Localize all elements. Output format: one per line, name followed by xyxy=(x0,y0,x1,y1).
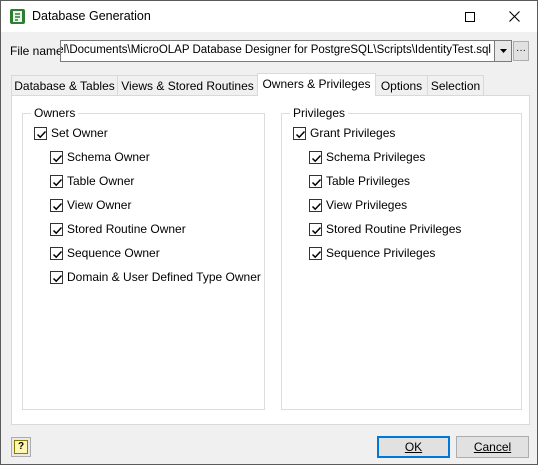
checkbox-icon xyxy=(50,198,63,212)
checkbox-icon xyxy=(309,246,322,260)
file-name-input[interactable]: el\Documents\MicroOLAP Database Designer… xyxy=(60,40,495,62)
owners-group-title: Owners xyxy=(31,106,79,120)
grant-privileges-label: Grant Privileges xyxy=(310,126,396,140)
tab-label: Owners & Privileges xyxy=(262,77,371,91)
grant-privileges-checkbox[interactable]: Grant Privileges xyxy=(293,126,395,140)
checkbox-icon xyxy=(50,246,63,260)
tab-label: Database & Tables xyxy=(14,79,115,93)
close-icon xyxy=(509,11,520,22)
checkbox-icon xyxy=(34,126,47,140)
cancel-button-label: Cancel xyxy=(473,440,512,454)
privileges-group-title: Privileges xyxy=(290,106,349,120)
table-owner-checkbox[interactable]: Table Owner xyxy=(50,174,134,188)
sequence-privileges-checkbox[interactable]: Sequence Privileges xyxy=(309,246,435,260)
app-icon xyxy=(10,9,25,24)
checkbox-label: Domain & User Defined Type Owner xyxy=(67,270,261,284)
checkbox-label: View Owner xyxy=(67,198,132,212)
view-owner-checkbox[interactable]: View Owner xyxy=(50,198,131,212)
close-button[interactable] xyxy=(492,1,537,32)
schema-privileges-checkbox[interactable]: Schema Privileges xyxy=(309,150,425,164)
checkbox-icon xyxy=(293,126,306,140)
tab-label: Views & Stored Routines xyxy=(121,79,254,93)
tab-owners-privileges[interactable]: Owners & Privileges xyxy=(257,73,376,96)
privileges-group: Privileges Grant Privileges Schema Privi… xyxy=(281,106,522,410)
domain-udt-owner-checkbox[interactable]: Domain & User Defined Type Owner xyxy=(50,270,261,284)
file-name-dropdown-button[interactable] xyxy=(495,40,512,62)
ok-button-label: OK xyxy=(404,440,423,454)
view-privileges-checkbox[interactable]: View Privileges xyxy=(309,198,407,212)
cancel-button[interactable]: Cancel xyxy=(456,436,529,458)
checkbox-label: Schema Privileges xyxy=(326,150,426,164)
database-generation-dialog: Database Generation File name el\Documen… xyxy=(0,0,538,465)
checkbox-label: Sequence Privileges xyxy=(326,246,436,260)
maximize-icon xyxy=(464,11,475,22)
schema-owner-checkbox[interactable]: Schema Owner xyxy=(50,150,150,164)
tab-selection[interactable]: Selection xyxy=(427,75,484,95)
file-name-label: File name xyxy=(10,44,63,58)
tab-label: Options xyxy=(380,79,423,93)
title-bar: Database Generation xyxy=(1,1,537,32)
tab-database-tables[interactable]: Database & Tables xyxy=(11,75,118,95)
table-privileges-checkbox[interactable]: Table Privileges xyxy=(309,174,410,188)
checkbox-label: Stored Routine Privileges xyxy=(326,222,462,236)
tab-views-stored-routines[interactable]: Views & Stored Routines xyxy=(117,75,258,95)
help-button[interactable]: ? xyxy=(11,437,31,457)
window-title: Database Generation xyxy=(32,9,151,23)
owners-privileges-panel: Owners Set Owner Schema Owner Table Owne… xyxy=(11,95,530,425)
checkbox-label: View Privileges xyxy=(326,198,408,212)
checkbox-label: Table Owner xyxy=(67,174,135,188)
sequence-owner-checkbox[interactable]: Sequence Owner xyxy=(50,246,160,260)
checkbox-icon xyxy=(309,198,322,212)
tab-options[interactable]: Options xyxy=(375,75,428,95)
set-owner-checkbox[interactable]: Set Owner xyxy=(34,126,108,140)
checkbox-icon xyxy=(309,150,322,164)
checkbox-icon xyxy=(50,174,63,188)
checkbox-label: Table Privileges xyxy=(326,174,411,188)
tab-label: Selection xyxy=(430,79,481,93)
checkbox-label: Sequence Owner xyxy=(67,246,160,260)
checkbox-label: Stored Routine Owner xyxy=(67,222,186,236)
stored-routine-privileges-checkbox[interactable]: Stored Routine Privileges xyxy=(309,222,461,236)
browse-button-label: ··· xyxy=(516,45,526,56)
checkbox-icon xyxy=(50,150,63,164)
ok-button[interactable]: OK xyxy=(377,436,450,458)
chevron-down-icon xyxy=(499,49,507,53)
help-icon: ? xyxy=(14,440,28,454)
set-owner-label: Set Owner xyxy=(51,126,108,140)
file-name-value: el\Documents\MicroOLAP Database Designer… xyxy=(60,44,491,56)
checkbox-icon xyxy=(50,222,63,236)
checkbox-icon xyxy=(309,174,322,188)
owners-group: Owners Set Owner Schema Owner Table Owne… xyxy=(22,106,265,410)
stored-routine-owner-checkbox[interactable]: Stored Routine Owner xyxy=(50,222,186,236)
checkbox-label: Schema Owner xyxy=(67,150,150,164)
browse-button[interactable]: ··· xyxy=(513,41,529,61)
checkbox-icon xyxy=(309,222,322,236)
maximize-button[interactable] xyxy=(447,1,492,32)
checkbox-icon xyxy=(50,270,63,284)
